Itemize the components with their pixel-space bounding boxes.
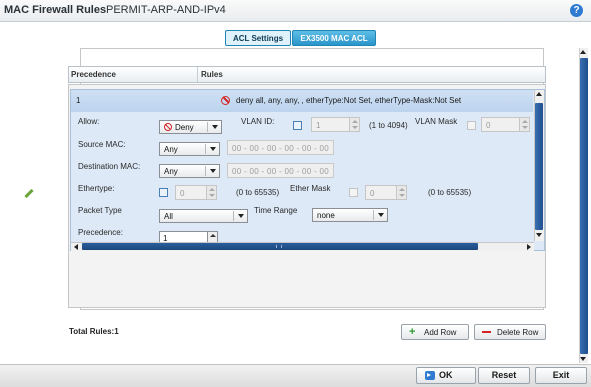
vlan-id-label: VLAN ID: [241,117,275,126]
ether-mask-range: (0 to 65535) [428,188,472,197]
source-mac-address: 00 - 00 - 00 - 00 - 00 - 00 [232,144,330,153]
delete-row-label: Delete Row [497,328,539,337]
ok-button[interactable]: OK [416,367,476,384]
reset-button[interactable]: Reset [478,367,530,384]
destination-mac-select[interactable]: Any [159,164,220,178]
select-divider [233,211,234,221]
vlan-mask-value: 0 [486,121,491,130]
page-title: MAC Firewall Rules [4,4,107,16]
select-divider [373,210,374,220]
chevron-down-icon [210,147,216,151]
ethertype-value: 0 [180,189,185,198]
ok-label: OK [439,370,453,380]
source-mac-select[interactable]: Any [159,142,220,156]
rule-summary: deny all, any, any, , etherType:Not Set,… [236,96,462,105]
tab-ex3500-mac-acl[interactable]: EX3500 MAC ACL [292,30,376,46]
destination-mac-field[interactable]: 00 - 00 - 00 - 00 - 00 - 00 [227,163,334,178]
select-divider [205,166,206,176]
allow-select-value: Deny [175,123,194,132]
chevron-down-icon [210,169,216,173]
time-range-select[interactable]: none [312,208,388,222]
total-rules-count: Total Rules:1 [69,327,119,336]
select-divider [207,122,208,132]
row-vertical-scroll-thumb[interactable] [535,103,543,230]
packet-type-select[interactable]: All [159,209,248,223]
destination-mac-label: Destination MAC: [78,162,141,171]
plus-icon: + [409,326,416,338]
row-precedence: 1 [76,96,81,105]
column-header-precedence[interactable]: Precedence [71,70,116,79]
packet-type-label: Packet Type [78,206,122,215]
minus-icon [482,331,491,333]
ethertype-checkbox[interactable] [159,188,168,197]
ether-mask-value: 0 [370,189,375,198]
page-vertical-scroll-thumb[interactable] [580,58,588,354]
spinner-arrows-icon[interactable] [396,186,406,199]
scroll-grip-icon [276,245,282,248]
add-row-label: Add Row [424,328,457,337]
policy-name: PERMIT-ARP-AND-IPv4 [106,4,226,16]
spinner-arrows-icon[interactable] [349,118,359,131]
select-divider [205,144,206,154]
vlan-id-range: (1 to 4094) [369,121,408,130]
scroll-down-icon[interactable] [580,357,586,361]
precedence-label: Precedence: [78,228,123,237]
allow-select[interactable]: Deny [159,120,222,134]
scroll-up-icon[interactable] [580,50,586,54]
packet-type-select-value: All [164,212,173,221]
ethertype-range: (0 to 65535) [236,188,280,197]
ethertype-spinner[interactable]: 0 [175,185,217,200]
vlan-mask-label: VLAN Mask [415,117,458,126]
spinner-arrows-icon[interactable] [519,118,529,131]
scroll-up-icon[interactable] [536,92,542,96]
vlan-mask-checkbox[interactable] [467,121,476,130]
scroll-down-icon[interactable] [536,233,542,237]
column-divider [197,67,198,82]
vlan-mask-spinner[interactable]: 0 [481,117,530,132]
vlan-id-value: 1 [316,121,321,130]
scroll-left-icon[interactable] [74,244,78,250]
ether-mask-spinner[interactable]: 0 [365,185,407,200]
ok-icon [425,371,435,380]
vlan-id-spinner[interactable]: 1 [311,117,360,132]
ether-mask-label: Ether Mask [290,184,331,193]
add-row-button[interactable]: + Add Row [401,324,469,340]
time-range-label: Time Range [254,206,298,215]
chevron-down-icon [238,214,244,218]
help-icon[interactable]: ? [570,4,583,17]
tab-acl-settings[interactable]: ACL Settings [225,30,291,46]
spinner-arrows-icon[interactable] [206,186,216,199]
source-mac-select-value: Any [164,145,178,154]
delete-row-button[interactable]: Delete Row [474,324,546,340]
time-range-select-value: none [317,211,335,220]
rules-table-header: Precedence Rules [68,66,546,83]
allow-label: Allow: [78,117,100,126]
scroll-right-icon[interactable] [527,244,531,250]
ethertype-label: Ethertype: [78,184,115,193]
chevron-down-icon [378,213,384,217]
ether-mask-checkbox[interactable] [349,188,358,197]
chevron-down-icon [212,125,218,129]
exit-button[interactable]: Exit [535,367,587,384]
destination-mac-select-value: Any [164,167,178,176]
source-mac-field[interactable]: 00 - 00 - 00 - 00 - 00 - 00 [227,140,334,155]
deny-icon [164,123,172,131]
destination-mac-address: 00 - 00 - 00 - 00 - 00 - 00 [232,167,330,176]
column-header-rules[interactable]: Rules [201,70,223,79]
source-mac-label: Source MAC: [78,140,126,149]
deny-icon [221,96,230,105]
vlan-id-checkbox[interactable] [293,121,302,130]
edit-pencil-icon[interactable] [24,188,34,199]
